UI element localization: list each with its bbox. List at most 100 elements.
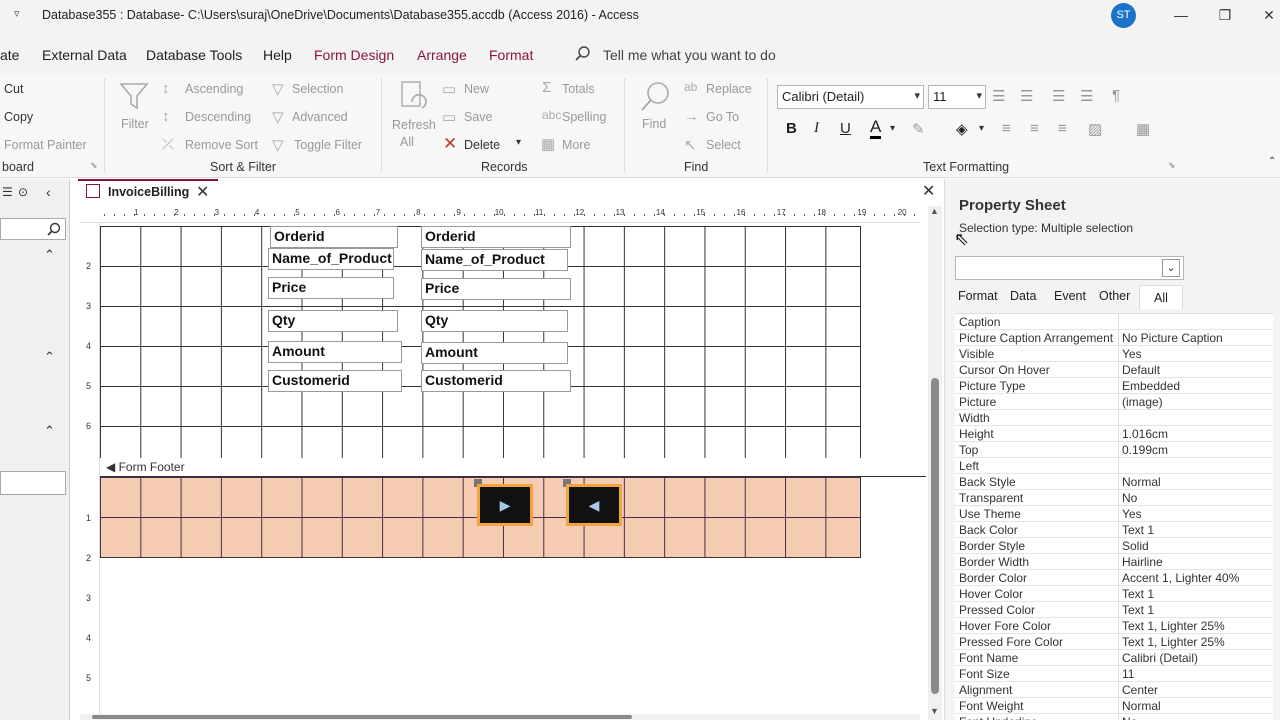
label-price[interactable]: Price bbox=[268, 277, 394, 299]
replace-button[interactable]: Replace bbox=[706, 82, 752, 96]
nav-menu-icon[interactable]: ☰ bbox=[2, 185, 13, 199]
gridlines-icon[interactable]: ▦ bbox=[1136, 120, 1150, 138]
object-selector-dropdown[interactable]: ⌄ bbox=[955, 256, 1184, 280]
property-row[interactable]: Width bbox=[955, 410, 1273, 426]
label-orderid[interactable]: Orderid bbox=[270, 226, 398, 248]
textbox-name-of-product[interactable]: Name_of_Product bbox=[421, 249, 568, 271]
close-document-icon[interactable]: ✕ bbox=[922, 181, 935, 201]
property-row[interactable]: Font Name Calibri (Detail) bbox=[955, 650, 1273, 666]
close-window-button[interactable]: ✕ bbox=[1257, 4, 1280, 26]
align-left-icon[interactable]: ≡ bbox=[1002, 120, 1011, 137]
property-value[interactable]: Yes bbox=[1122, 507, 1142, 521]
font-color-button[interactable]: A bbox=[870, 118, 882, 139]
find-button[interactable]: Find bbox=[642, 117, 666, 131]
label-amount[interactable]: Amount bbox=[268, 341, 402, 363]
property-value[interactable]: Center bbox=[1122, 683, 1158, 697]
property-value[interactable]: 11 bbox=[1122, 667, 1134, 681]
property-row[interactable]: Picture (image) bbox=[955, 394, 1273, 410]
scrollbar-thumb[interactable] bbox=[931, 378, 939, 694]
tab-create[interactable]: ate bbox=[0, 47, 19, 63]
property-row[interactable]: Picture Type Embedded bbox=[955, 378, 1273, 394]
numbering-icon[interactable]: ☰ bbox=[1020, 87, 1033, 105]
nav-dropdown-icon[interactable]: ⊙ bbox=[18, 185, 28, 199]
property-value[interactable]: (image) bbox=[1122, 395, 1163, 409]
totals-button[interactable]: Totals bbox=[562, 82, 595, 96]
property-value[interactable]: Text 1 bbox=[1122, 603, 1154, 617]
horizontal-scrollbar[interactable] bbox=[80, 714, 920, 720]
bold-button[interactable]: B bbox=[786, 120, 797, 137]
property-row[interactable]: Height 1.016cm bbox=[955, 426, 1273, 442]
tab-external-data[interactable]: External Data bbox=[42, 47, 127, 63]
property-value[interactable]: Calibri (Detail) bbox=[1122, 651, 1198, 665]
scrollbar-thumb[interactable] bbox=[92, 715, 632, 719]
property-row[interactable]: Use Theme Yes bbox=[955, 506, 1273, 522]
property-value[interactable]: Yes bbox=[1122, 347, 1142, 361]
property-value[interactable]: Text 1 bbox=[1122, 587, 1154, 601]
bullets-icon[interactable]: ☰ bbox=[992, 87, 1005, 105]
refresh-button[interactable]: Refresh bbox=[392, 118, 436, 132]
property-row[interactable]: Border Width Hairline bbox=[955, 554, 1273, 570]
group-collapse-chevron-icon[interactable]: ⌃ bbox=[44, 247, 55, 263]
tab-database-tools[interactable]: Database Tools bbox=[146, 47, 242, 63]
property-value[interactable]: Text 1, Lighter 25% bbox=[1122, 619, 1225, 633]
restore-button[interactable]: ❐ bbox=[1213, 4, 1237, 26]
refresh-all-button[interactable]: All bbox=[400, 135, 414, 149]
property-row[interactable]: Picture Caption Arrangement No Picture Ca… bbox=[955, 330, 1273, 346]
advanced-button[interactable]: Advanced bbox=[292, 110, 348, 124]
label-qty[interactable]: Qty bbox=[268, 310, 398, 332]
vertical-scrollbar[interactable]: ▲ ▼ bbox=[928, 206, 942, 720]
decrease-indent-icon[interactable]: ☰ bbox=[1052, 87, 1065, 105]
spelling-button[interactable]: Spelling bbox=[562, 110, 606, 124]
filter-button[interactable]: Filter bbox=[121, 117, 149, 131]
group-collapse-chevron-icon[interactable]: ⌃ bbox=[44, 423, 55, 439]
property-value[interactable]: Solid bbox=[1122, 539, 1149, 553]
property-row[interactable]: Left bbox=[955, 458, 1273, 474]
form-footer-bar[interactable]: ◀ Form Footer bbox=[100, 458, 926, 477]
font-size-dropdown[interactable]: 11 ▾ bbox=[928, 85, 986, 109]
underline-button[interactable]: U bbox=[840, 120, 851, 137]
property-value[interactable]: Default bbox=[1122, 363, 1160, 377]
property-value[interactable]: No bbox=[1122, 715, 1137, 720]
delete-button[interactable]: Delete bbox=[464, 138, 500, 152]
font-name-dropdown[interactable]: Calibri (Detail) ▾ bbox=[777, 85, 924, 109]
remove-sort-button[interactable]: Remove Sort bbox=[185, 138, 258, 152]
property-row[interactable]: Back Color Text 1 bbox=[955, 522, 1273, 538]
property-row[interactable]: Pressed Color Text 1 bbox=[955, 602, 1273, 618]
minimize-button[interactable]: — bbox=[1169, 4, 1193, 26]
property-value[interactable]: 1.016cm bbox=[1122, 427, 1168, 441]
delete-dropdown-chevron-icon[interactable]: ▾ bbox=[516, 137, 521, 148]
select-button[interactable]: Select bbox=[706, 138, 741, 152]
property-row[interactable]: Alignment Center bbox=[955, 682, 1273, 698]
collapse-pane-chevron-icon[interactable]: ‹ bbox=[46, 184, 51, 200]
go-to-button[interactable]: Go To bbox=[706, 110, 739, 124]
close-tab-icon[interactable]: ✕ bbox=[196, 182, 209, 202]
dialog-launcher-icon[interactable]: ⬊ bbox=[90, 160, 98, 171]
property-value[interactable]: Normal bbox=[1122, 475, 1161, 489]
chevron-down-icon[interactable]: ▾ bbox=[979, 123, 984, 134]
ascending-button[interactable]: Ascending bbox=[185, 82, 243, 96]
more-button[interactable]: More bbox=[562, 138, 590, 152]
property-value[interactable]: Normal bbox=[1122, 699, 1161, 713]
textbox-qty[interactable]: Qty bbox=[421, 310, 568, 332]
save-record-button[interactable]: Save bbox=[464, 110, 493, 124]
label-customerid[interactable]: Customerid bbox=[268, 370, 402, 392]
textbox-amount[interactable]: Amount bbox=[421, 342, 568, 364]
document-tab[interactable]: InvoiceBilling ✕ bbox=[78, 179, 218, 203]
property-row[interactable]: Pressed Fore Color Text 1, Lighter 25% bbox=[955, 634, 1273, 650]
tab-arrange[interactable]: Arrange bbox=[417, 47, 467, 63]
textbox-price[interactable]: Price bbox=[421, 278, 571, 300]
align-center-icon[interactable]: ≡ bbox=[1030, 120, 1039, 137]
property-row[interactable]: Font UnderlineNo bbox=[955, 714, 1273, 720]
new-record-button[interactable]: New bbox=[464, 82, 489, 96]
property-row[interactable]: Back Style Normal bbox=[955, 474, 1273, 490]
property-value[interactable]: Text 1 bbox=[1122, 523, 1154, 537]
chevron-down-icon[interactable]: ▾ bbox=[890, 123, 895, 134]
previous-record-button[interactable]: ◀ bbox=[566, 484, 622, 526]
fill-bucket-icon[interactable]: ◈ bbox=[956, 120, 968, 138]
tell-me-search[interactable]: Tell me what you want to do bbox=[603, 47, 776, 63]
scroll-up-icon[interactable]: ▲ bbox=[930, 206, 939, 216]
property-row[interactable]: Hover Fore Color Text 1, Lighter 25% bbox=[955, 618, 1273, 634]
group-collapse-chevron-icon[interactable]: ⌃ bbox=[44, 349, 55, 365]
property-row[interactable]: Visible Yes bbox=[955, 346, 1273, 362]
property-value[interactable]: Embedded bbox=[1122, 379, 1180, 393]
